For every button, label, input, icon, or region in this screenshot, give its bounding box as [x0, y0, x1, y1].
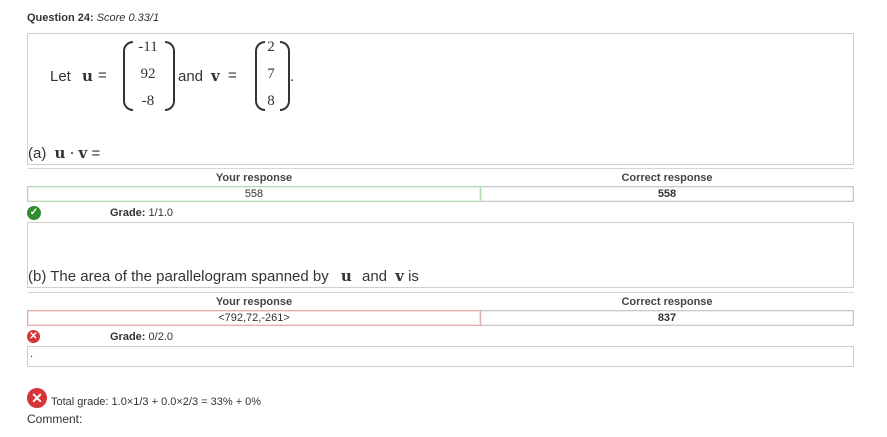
left-paren-icon — [123, 41, 133, 111]
question-header: Question 24: Score 0.33/1 — [27, 12, 159, 24]
part-a-eq: = — [91, 145, 101, 162]
part-b-note-box: . — [27, 346, 854, 367]
part-b-v: v — [395, 267, 404, 285]
part-a-u: u — [54, 144, 66, 162]
part-b-your-header: Your response — [27, 292, 481, 311]
part-b-response-table: Your response Correct response <792,72,-… — [27, 292, 854, 326]
part-b-grade-label: Grade: — [110, 331, 146, 343]
part-b-correct-header: Correct response — [480, 292, 854, 311]
part-a-correct-response: 558 — [480, 186, 854, 202]
question-label: Question 24: — [27, 12, 94, 24]
statement-period: . — [290, 68, 295, 85]
part-a-prefix: (a) — [28, 145, 47, 162]
total-grade: Total grade: 1.0×1/3 + 0.0×2/3 = 33% + 0… — [51, 396, 262, 408]
u-symbol: u — [82, 67, 93, 85]
part-a-grade-label: Grade: — [110, 207, 146, 219]
u-entry-2: 92 — [140, 66, 156, 82]
part-b-grade-value: 0/2.0 — [148, 331, 173, 343]
u-entry-1: -11 — [138, 39, 158, 55]
check-circle-icon: ✓ — [27, 206, 41, 220]
part-b-correct-response: 837 — [480, 310, 854, 326]
error-circle-icon-large: ✕ — [27, 388, 47, 408]
right-paren-icon-2 — [280, 41, 290, 111]
statement-let: Let — [50, 68, 71, 85]
part-b-prompt: (b) The area of the parallelogram spanne… — [28, 267, 419, 285]
part-a-grade: Grade: 1/1.0 — [110, 207, 173, 219]
part-a-grade-value: 1/1.0 — [148, 207, 173, 219]
u-entry-3: -8 — [141, 93, 155, 109]
part-a-prompt: (a) u · v = — [28, 144, 100, 162]
part-a-your-header: Your response — [27, 168, 481, 187]
error-circle-icon: ✕ — [27, 330, 40, 343]
part-b-prefix: (b) The area of the parallelogram spanne… — [28, 268, 329, 285]
part-a-dot: · — [69, 144, 75, 162]
part-b-your-response: <792,72,-261> — [27, 310, 481, 326]
part-a-your-response: 558 — [27, 186, 481, 202]
part-a-response-table: Your response Correct response 558 558 — [27, 168, 854, 202]
question-score: Score 0.33/1 — [96, 12, 160, 24]
part-a-correct-header: Correct response — [480, 168, 854, 187]
equals-sign-2: = — [228, 67, 237, 84]
part-b-suffix: is — [408, 268, 419, 285]
part-b-and: and — [362, 268, 388, 285]
right-paren-icon — [165, 41, 175, 111]
part-b-grade: Grade: 0/2.0 — [110, 331, 173, 343]
statement-and: and — [178, 68, 204, 85]
equals-sign: = — [98, 67, 107, 84]
part-b-u: u — [340, 267, 352, 285]
part-a-v: v — [78, 144, 88, 162]
v-symbol: v — [211, 67, 220, 85]
comment-label: Comment: — [27, 412, 83, 426]
part-b-note: . — [30, 348, 34, 360]
